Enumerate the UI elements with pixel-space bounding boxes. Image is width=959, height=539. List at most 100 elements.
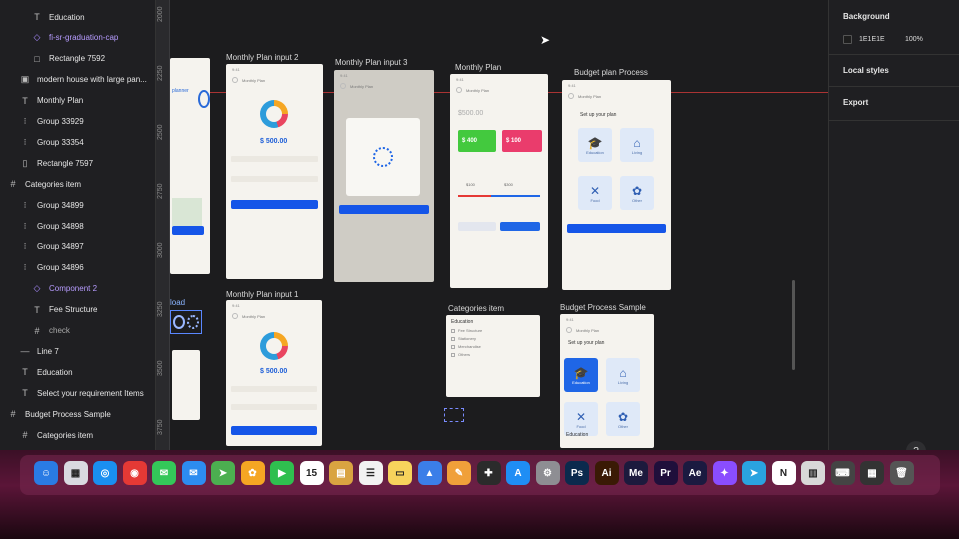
chrome-icon[interactable]: ◉ xyxy=(122,461,147,485)
layer-item[interactable]: T Monthly Plan xyxy=(20,92,83,110)
layer-item[interactable]: # check xyxy=(32,322,69,340)
layer-item[interactable]: — Line 7 xyxy=(20,342,59,360)
layer-item[interactable]: ◇ fi-sr-graduation-cap xyxy=(32,29,119,47)
checkbox-icon[interactable] xyxy=(451,344,455,349)
partial-frame[interactable]: planner xyxy=(170,58,210,274)
preview-icon[interactable]: ▥ xyxy=(801,461,825,485)
frame-categories-item[interactable]: Education Fee Structure Stationery Merch… xyxy=(446,315,540,397)
checkbox-icon[interactable] xyxy=(451,352,455,357)
layer-item[interactable]: ⁝ Group 34898 xyxy=(20,217,84,235)
trash-icon[interactable]: 🗑 xyxy=(889,461,914,485)
layer-item[interactable]: # Budget Process Sample xyxy=(8,405,110,423)
telegram-icon[interactable]: ➤ xyxy=(742,461,766,485)
back-icon[interactable] xyxy=(456,87,462,93)
background-opacity[interactable]: 100% xyxy=(905,36,923,43)
layer-item[interactable]: ◇ Component 2 xyxy=(32,280,98,298)
layer-item[interactable]: ▣ modern house with large pan... xyxy=(20,71,147,89)
app-store-icon[interactable]: A xyxy=(506,461,530,485)
finder-icon[interactable]: ☺ xyxy=(34,461,58,485)
background-swatch[interactable] xyxy=(843,35,852,44)
checkbox-item[interactable]: Others xyxy=(451,352,540,357)
back-icon[interactable] xyxy=(566,327,572,333)
category-tile[interactable]: ✿ Other xyxy=(620,176,654,210)
budget-card-red[interactable]: $ 100 xyxy=(502,130,542,152)
continue-button[interactable] xyxy=(339,205,429,214)
layer-item[interactable]: # Categories item xyxy=(8,175,81,193)
notes-app-icon[interactable]: ▤ xyxy=(329,461,353,485)
maps-icon[interactable]: ➤ xyxy=(211,461,235,485)
layer-item[interactable]: T Select your requirement Items xyxy=(20,384,143,402)
after-effects-icon[interactable]: Ae xyxy=(683,461,707,485)
illustrator-icon[interactable]: Ai xyxy=(594,461,619,485)
photoshop-icon[interactable]: Ps xyxy=(565,461,589,485)
layer-item[interactable]: ⁝ Group 34899 xyxy=(20,196,84,214)
frame-monthly-plan-input-2[interactable]: 9:41 Monthly Plan $ 500.00 xyxy=(226,64,323,279)
layer-item[interactable]: T Education xyxy=(32,8,84,26)
input-field[interactable] xyxy=(231,404,317,410)
input-field[interactable] xyxy=(231,156,318,162)
layer-item[interactable]: ⁝ Group 33354 xyxy=(20,133,84,151)
next-button[interactable] xyxy=(567,224,666,233)
facetime-icon[interactable]: ▶ xyxy=(270,461,294,485)
loading-component[interactable] xyxy=(170,310,202,334)
input-field[interactable] xyxy=(231,176,318,182)
selected-component[interactable] xyxy=(444,408,464,422)
checkbox-icon[interactable] xyxy=(451,336,455,341)
layer-item[interactable]: □ Rectangle 7592 xyxy=(32,50,105,68)
system-settings-icon[interactable]: ⚙ xyxy=(535,461,560,485)
frame-budget-process-sample[interactable]: 9:41 Monthly Plan Set up your plan 🎓 Educ… xyxy=(560,314,654,448)
range-slider[interactable] xyxy=(458,195,540,197)
partial-frame[interactable] xyxy=(172,350,200,420)
back-icon[interactable] xyxy=(232,313,238,319)
premiere-icon[interactable]: Pr xyxy=(653,461,678,485)
mail-icon[interactable]: ✉ xyxy=(181,461,206,485)
background-hex[interactable]: 1E1E1E xyxy=(859,36,885,43)
photos-icon[interactable]: ✿ xyxy=(240,461,265,485)
input-field[interactable] xyxy=(231,386,317,392)
layer-item[interactable]: # Categories item xyxy=(20,426,93,444)
checkbox-item[interactable]: Stationery xyxy=(451,336,540,341)
checkbox-icon[interactable] xyxy=(451,328,455,333)
back-icon[interactable] xyxy=(232,77,238,83)
safari-icon[interactable]: ◎ xyxy=(93,461,117,485)
category-tile[interactable]: ✕ Food xyxy=(578,176,612,210)
launchpad-icon[interactable]: ▦ xyxy=(63,461,88,485)
layer-item[interactable]: T Education xyxy=(20,363,72,381)
frame-monthly-plan-input-3[interactable]: 9:41 Monthly Plan xyxy=(334,70,434,282)
frame-budget-plan-process[interactable]: 9:41 Monthly Plan Set up your plan 🎓 Educ… xyxy=(562,80,671,290)
canvas-scrollbar[interactable] xyxy=(792,280,795,370)
category-tile[interactable]: ⌂ Living xyxy=(606,358,640,392)
budget-card-green[interactable]: $ 400 xyxy=(458,130,496,152)
media-encoder-icon[interactable]: Me xyxy=(624,461,648,485)
category-tile[interactable]: ✕ Food xyxy=(564,402,598,436)
layer-item[interactable]: ⁝ Group 33929 xyxy=(20,113,84,131)
keyboard-viewer-icon[interactable]: ⌨ xyxy=(830,461,855,485)
reminders-icon[interactable]: ☰ xyxy=(358,461,383,485)
design-canvas[interactable]: planner Monthly Plan input 2 9:41 Monthl… xyxy=(170,0,828,450)
cancel-button[interactable] xyxy=(458,222,496,231)
back-icon[interactable] xyxy=(340,83,346,89)
layer-item[interactable]: ⁝ Group 34896 xyxy=(20,259,84,277)
frame-button[interactable] xyxy=(172,226,204,235)
figma-icon[interactable]: ✚ xyxy=(476,461,501,485)
category-tile[interactable]: ⌂ Living xyxy=(620,128,654,162)
pages-icon[interactable]: ✎ xyxy=(447,461,471,485)
calendar-icon[interactable]: 15 xyxy=(299,461,324,485)
screenshot-icon[interactable]: ▦ xyxy=(860,461,884,485)
category-tile-selected[interactable]: 🎓 Education xyxy=(564,358,598,392)
export-title[interactable]: Export xyxy=(843,98,868,107)
next-button[interactable] xyxy=(500,222,540,231)
notion-icon[interactable]: N xyxy=(771,461,796,485)
frame-monthly-plan[interactable]: 9:41 Monthly Plan $500.00 $ 400 $ 100 $1… xyxy=(450,74,548,288)
keynote-icon[interactable]: ▲ xyxy=(417,461,442,485)
checkbox-item[interactable]: Fee Structure xyxy=(451,328,540,333)
layer-item[interactable]: T Fee Structure xyxy=(32,301,97,319)
continue-button[interactable] xyxy=(231,200,318,209)
category-tile[interactable]: 🎓 Education xyxy=(578,128,612,162)
layer-item[interactable]: ▯ Rectangle 7597 xyxy=(20,154,94,172)
continue-button[interactable] xyxy=(231,426,317,435)
messenger-icon[interactable]: ✦ xyxy=(712,461,737,485)
back-icon[interactable] xyxy=(568,93,574,99)
notes-icon[interactable]: ▭ xyxy=(388,461,412,485)
layer-item[interactable]: ⁝ Group 34897 xyxy=(20,238,84,256)
